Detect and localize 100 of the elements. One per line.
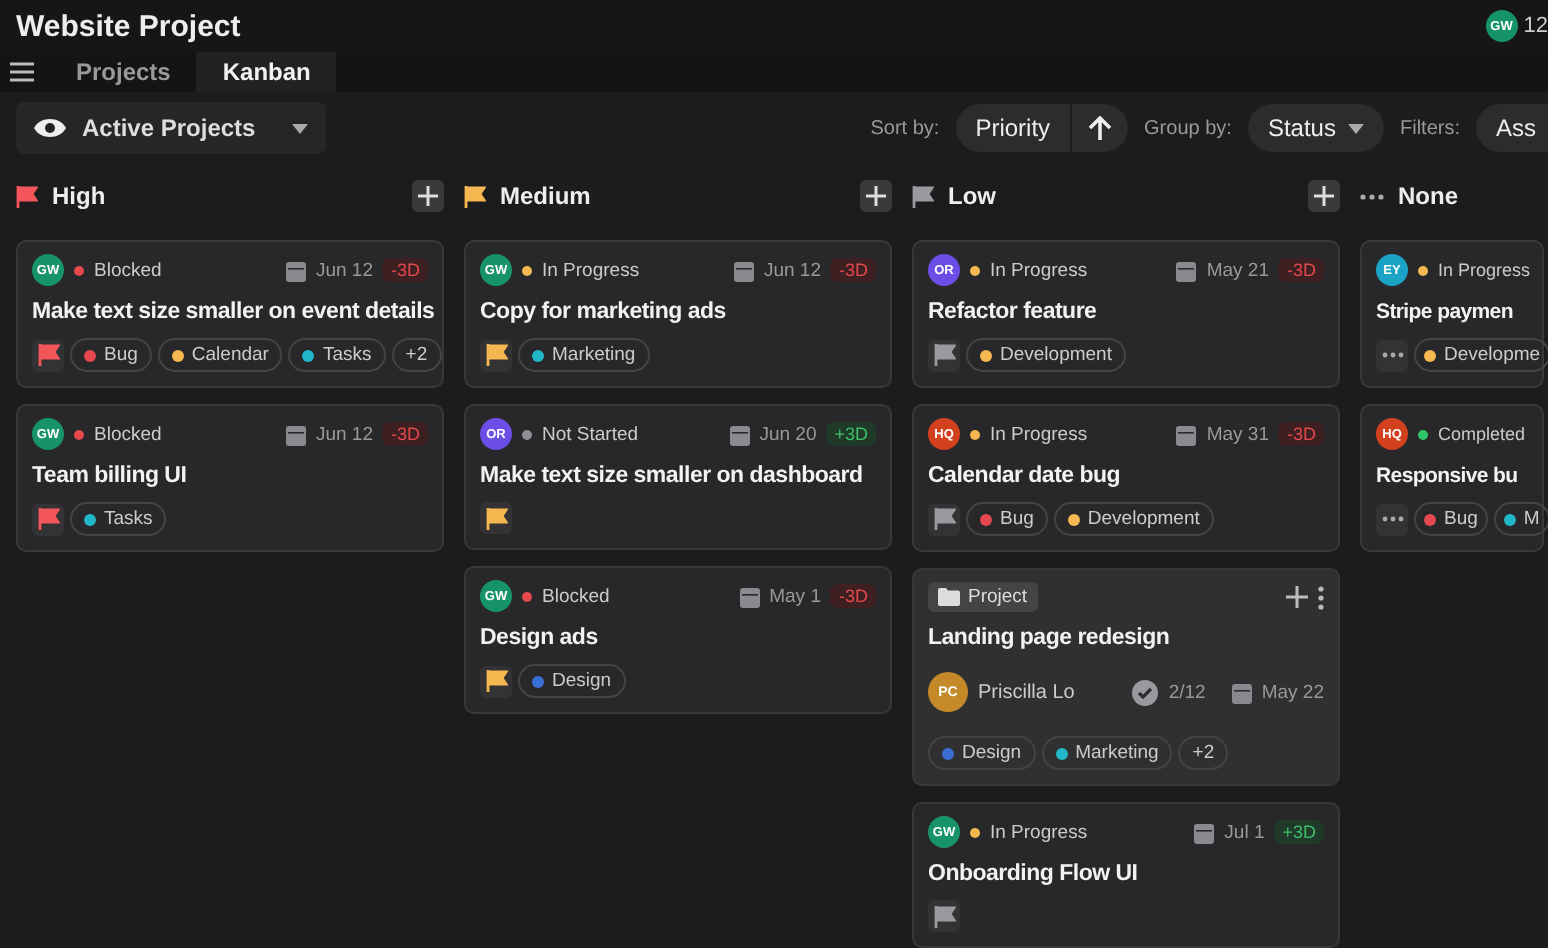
tag: M (1493, 502, 1548, 536)
due-date: May 21 (1206, 259, 1269, 281)
status-label: Not Started (542, 423, 639, 445)
user-count: 12 (1523, 14, 1548, 39)
due-date: May 31 (1206, 423, 1269, 445)
tag: Design (928, 736, 1036, 770)
tag: Development (1053, 502, 1214, 536)
kebab-menu-icon[interactable] (1318, 585, 1324, 609)
calendar-icon (285, 423, 306, 445)
more-icon (1376, 503, 1408, 535)
card-title: Make text size smaller on dashboard (480, 464, 865, 488)
due-date: Jun 12 (763, 259, 821, 281)
status-label: In Progress (1438, 260, 1531, 280)
status-label: In Progress (990, 821, 1088, 843)
card-title: Responsive bu (1376, 464, 1520, 488)
tab[interactable]: Projects (50, 52, 197, 92)
add-icon[interactable] (1286, 586, 1308, 608)
sort-button[interactable]: Priority (955, 104, 1071, 152)
filter-chip[interactable]: Ass (1475, 104, 1548, 152)
more-icon (1376, 339, 1408, 371)
filters-label: Filters: (1399, 117, 1460, 139)
calendar-icon (1176, 423, 1197, 445)
tag: Marketing (1041, 736, 1173, 770)
tag: Tasks (288, 338, 386, 372)
card-title: Refactor feature (928, 300, 1099, 324)
due-date: Jun 12 (315, 259, 373, 281)
column-title: None (1398, 182, 1458, 210)
due-date: May 22 (1261, 681, 1324, 703)
priority-flag-icon (928, 339, 960, 371)
card-title: Copy for marketing ads (480, 300, 728, 324)
sort-direction-button[interactable] (1072, 104, 1129, 152)
add-card-button[interactable] (860, 180, 892, 212)
status-label: Blocked (94, 423, 162, 445)
status-label: Blocked (94, 259, 162, 281)
project-badge: Project (928, 582, 1038, 612)
tag: Developme (1414, 338, 1548, 372)
group-dropdown[interactable]: Status (1247, 104, 1384, 152)
calendar-icon (733, 259, 754, 281)
status-label: In Progress (542, 259, 640, 281)
eye-icon (34, 116, 66, 140)
menu-icon[interactable] (10, 62, 34, 83)
column-title: High (52, 182, 106, 210)
due-badge: -3D (1278, 422, 1324, 446)
sort-label: Sort by: (870, 117, 940, 139)
priority-flag-icon (32, 503, 64, 535)
add-card-button[interactable] (412, 180, 444, 212)
status-label: Completed (1438, 424, 1526, 444)
status-label: In Progress (990, 423, 1088, 445)
due-date: May 1 (769, 585, 821, 607)
caret-icon (1347, 123, 1364, 133)
tab[interactable]: Kanban (196, 52, 337, 92)
status-label: Blocked (542, 585, 610, 607)
due-badge: +3D (826, 422, 876, 446)
priority-flag-icon (480, 502, 512, 534)
more-tags-count[interactable]: +2 (391, 338, 442, 372)
tag: Design (518, 664, 626, 698)
calendar-icon (1176, 259, 1197, 281)
calendar-icon (1194, 821, 1215, 843)
card-title: Design ads (480, 626, 600, 650)
tag: Marketing (518, 338, 650, 372)
owner-name: Priscilla Lo (978, 681, 1075, 703)
due-date: Jun 12 (315, 423, 373, 445)
tag: Bug (966, 502, 1048, 536)
column-title: Low (948, 182, 996, 210)
card-title: Team billing UI (32, 464, 189, 488)
tag: Tasks (70, 502, 167, 536)
calendar-icon (285, 259, 306, 281)
priority-flag-icon (928, 900, 960, 932)
more-tags-count[interactable]: +2 (1178, 736, 1229, 770)
column-title: Medium (500, 182, 591, 210)
due-badge: -3D (382, 422, 428, 446)
priority-flag-icon (480, 665, 512, 697)
calendar-icon (739, 585, 760, 607)
due-badge: -3D (830, 258, 876, 282)
card-title: Landing page redesign (928, 626, 1172, 650)
card-title: Stripe paymen (1376, 300, 1515, 324)
priority-flag-icon (32, 339, 64, 371)
tag: Development (966, 338, 1126, 372)
calendar-icon (1231, 681, 1252, 703)
arrow-up-icon (1088, 115, 1113, 141)
card-title: Onboarding Flow UI (928, 862, 1140, 886)
check-circle-icon (1132, 679, 1159, 705)
due-badge: -3D (830, 584, 876, 608)
tag: Bug (1414, 502, 1488, 536)
tag: Bug (70, 338, 152, 372)
status-label: In Progress (990, 259, 1088, 281)
priority-flag-icon (480, 339, 512, 371)
due-date: Jul 1 (1224, 821, 1265, 843)
tag: Calendar (157, 338, 283, 372)
window-title: Website Project (16, 9, 243, 44)
progress-count: 2/12 (1168, 681, 1206, 703)
priority-flag-icon (928, 503, 960, 535)
card-title: Calendar date bug (928, 464, 1123, 488)
due-badge: +3D (1274, 820, 1324, 844)
calendar-icon (729, 423, 750, 445)
due-date: Jun 20 (759, 423, 817, 445)
view-dropdown[interactable]: Active Projects (16, 102, 326, 154)
caret-icon (292, 123, 308, 133)
add-card-button[interactable] (1308, 180, 1340, 212)
due-badge: -3D (382, 258, 428, 282)
